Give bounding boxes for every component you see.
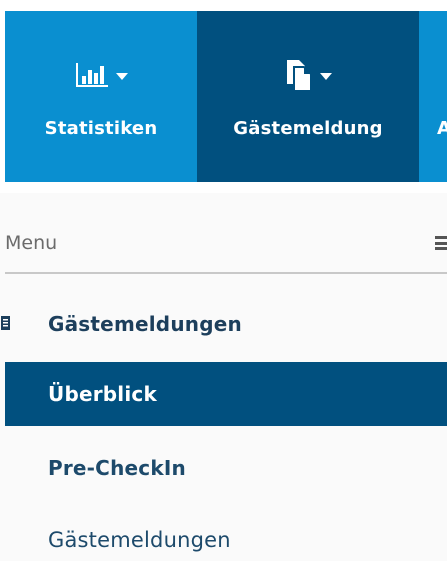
menu-section-gaestemeldungen: Gästemeldungen xyxy=(0,300,447,348)
documents-icon xyxy=(286,60,312,92)
menu-item-ueberblick[interactable]: Überblick xyxy=(5,362,447,426)
menu-item-label: Überblick xyxy=(48,382,157,406)
nav-item-gaestemeldung[interactable]: Gästemeldung xyxy=(197,11,419,182)
chevron-down-icon xyxy=(115,73,128,80)
hamburger-menu-icon[interactable] xyxy=(435,236,447,250)
nav-label-truncated: A xyxy=(437,118,447,139)
nav-label-statistiken: Statistiken xyxy=(44,118,158,139)
bar-chart-icon xyxy=(75,63,108,87)
menu-title: Menu xyxy=(5,232,58,254)
top-nav-bar: Statistiken Gästemeldung A xyxy=(5,11,447,182)
nav-icon-row xyxy=(285,55,332,95)
document-icon xyxy=(1,316,10,330)
menu-section-label: Gästemeldungen xyxy=(48,312,242,336)
menu-item-gaestemeldungen[interactable]: Gästemeldungen xyxy=(5,508,447,561)
menu-item-label: Gästemeldungen xyxy=(48,528,231,552)
nav-icon-row xyxy=(75,55,128,95)
menu-item-label: Pre-CheckIn xyxy=(48,456,186,480)
page: Statistiken Gästemeldung A Menu Gästemel… xyxy=(0,0,447,561)
menu-item-pre-checkin[interactable]: Pre-CheckIn xyxy=(5,436,447,500)
nav-item-truncated[interactable]: A xyxy=(419,11,447,182)
nav-label-gaestemeldung: Gästemeldung xyxy=(233,118,383,139)
nav-item-statistiken[interactable]: Statistiken xyxy=(5,11,197,182)
top-navigation: Statistiken Gästemeldung A xyxy=(0,0,447,193)
chevron-down-icon xyxy=(319,73,332,80)
menu-header: Menu xyxy=(5,223,447,263)
menu-divider xyxy=(5,272,447,274)
